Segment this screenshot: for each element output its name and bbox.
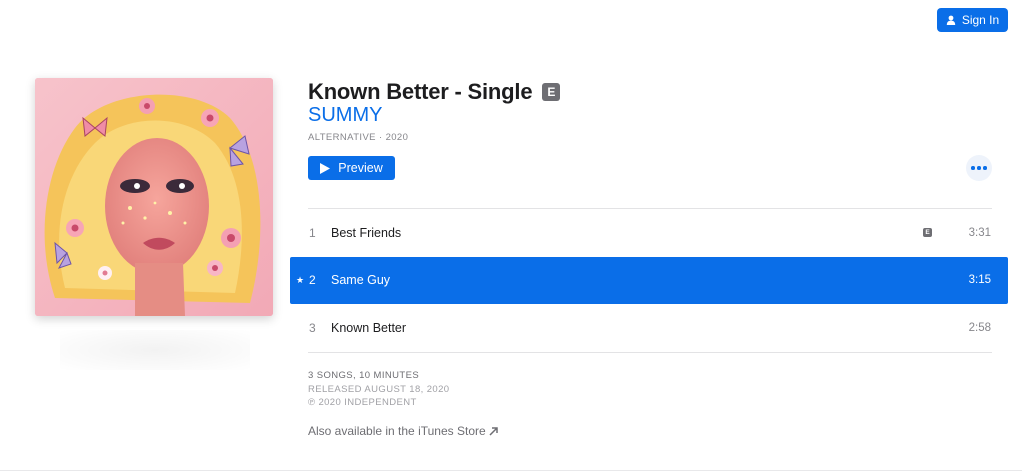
- track-list: 1 Best Friends E 3:31 ★ 2 Same Guy 3:15 …: [290, 209, 1008, 353]
- track-duration: 3:31: [968, 226, 991, 239]
- sign-in-button[interactable]: Sign In: [937, 8, 1008, 32]
- track-name: Best Friends: [331, 225, 402, 240]
- star-icon: ★: [296, 274, 305, 285]
- explicit-badge: E: [923, 228, 932, 238]
- release-date: RELEASED AUGUST 18, 2020: [308, 384, 450, 395]
- genre-year: ALTERNATIVE · 2020: [308, 132, 409, 143]
- artwork-shadow: [60, 330, 250, 370]
- track-row[interactable]: 3 Known Better 2:58: [290, 304, 1008, 352]
- track-name: Same Guy: [331, 273, 391, 288]
- preview-label: Preview: [338, 161, 383, 175]
- more-options-button[interactable]: [966, 155, 992, 181]
- track-name: Known Better: [331, 320, 407, 335]
- track-number: 1: [309, 225, 316, 240]
- artist-link[interactable]: SUMMY: [308, 104, 382, 127]
- album-header: Known Better - Single E: [308, 79, 561, 105]
- track-row[interactable]: 1 Best Friends E 3:31: [290, 209, 1008, 257]
- track-number: 2: [309, 273, 316, 288]
- sign-in-label: Sign In: [961, 13, 1000, 27]
- track-number: 3: [309, 320, 316, 335]
- ellipsis-icon: [971, 166, 975, 170]
- track-duration: 3:15: [968, 274, 991, 287]
- explicit-badge: E: [542, 83, 561, 101]
- album-artwork: [35, 78, 273, 316]
- song-count: 3 SONGS, 10 MINUTES: [308, 370, 420, 381]
- album-title: Known Better - Single: [308, 79, 533, 104]
- itunes-store-link[interactable]: Also available in the iTunes Store: [308, 424, 498, 438]
- track-duration: 2:58: [968, 321, 991, 334]
- copyright: ℗ 2020 INDEPENDENT: [308, 397, 417, 408]
- itunes-link-label: Also available in the iTunes Store: [308, 424, 486, 438]
- external-arrow-icon: [489, 426, 498, 436]
- person-icon: [946, 15, 956, 25]
- album-page: Sign In Known Better - Single E SUMMY AL…: [0, 0, 1022, 475]
- track-row-selected[interactable]: ★ 2 Same Guy 3:15: [290, 256, 1008, 304]
- preview-button[interactable]: Preview: [308, 156, 395, 180]
- page-bottom-divider: [0, 470, 1022, 471]
- play-icon: [320, 162, 331, 174]
- tracklist-bottom-divider: [308, 351, 992, 353]
